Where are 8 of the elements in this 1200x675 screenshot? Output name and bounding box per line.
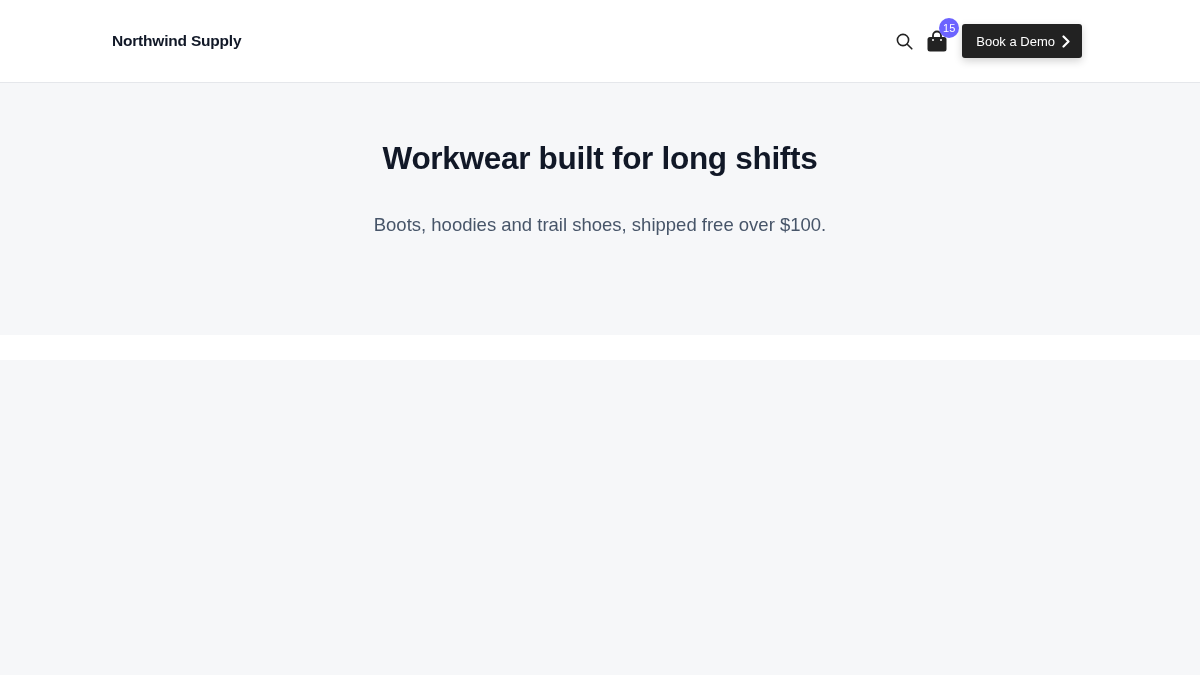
cart-count-badge: 15	[939, 18, 960, 38]
shopping-bag-icon[interactable]	[927, 30, 948, 52]
book-demo-button[interactable]: Book a Demo	[962, 24, 1082, 58]
hero-subtitle: Boots, hoodies and trail shoes, shipped free over $100.	[373, 214, 827, 236]
logo[interactable]: Northwind Supply	[112, 32, 242, 50]
chevron-right-icon	[1062, 34, 1070, 48]
hero-title: Workwear built for long shifts	[382, 140, 818, 177]
search-icon[interactable]	[896, 32, 914, 50]
